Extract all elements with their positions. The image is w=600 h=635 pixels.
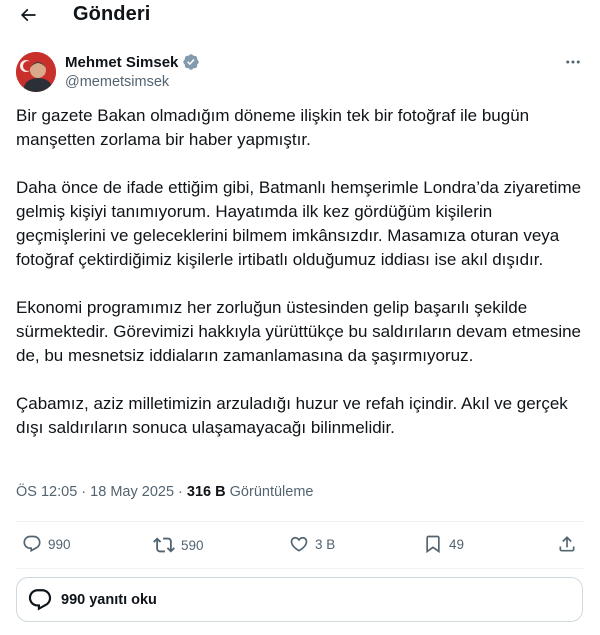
like-count: 3 B	[315, 536, 336, 552]
more-options-icon[interactable]	[561, 50, 585, 74]
share-button[interactable]	[557, 534, 577, 554]
tweet-paragraph: Daha önce de ifade ettiğim gibi, Batmanl…	[16, 178, 582, 269]
tweet-metadata: ÖS 12:05 · 18 May 2025 · 316 B Görüntüle…	[16, 484, 313, 500]
meta-separator: ·	[178, 484, 183, 500]
verified-badge-icon	[182, 53, 200, 71]
like-button[interactable]: 3 B	[289, 534, 335, 554]
bookmark-icon	[426, 535, 440, 554]
page-title: Gönderi	[73, 3, 151, 25]
read-replies-button[interactable]: 990 yanıtı oku	[16, 577, 583, 622]
tweet-text: Bir gazete Bakan olmadığım döneme ilişki…	[16, 104, 584, 464]
views-label: Görüntüleme	[229, 484, 314, 500]
reply-count: 990	[48, 536, 71, 552]
repost-button[interactable]: 590	[153, 534, 204, 556]
reply-button[interactable]: 990	[22, 534, 71, 554]
author-name-row: Mehmet Simsek	[65, 53, 200, 71]
tweet-paragraph: Bir gazete Bakan olmadığım döneme ilişki…	[16, 106, 530, 149]
back-arrow-icon[interactable]	[16, 4, 40, 26]
top-bar: Gönderi	[0, 0, 600, 32]
bookmark-count: 49	[449, 536, 465, 552]
repost-icon	[153, 537, 175, 553]
tweet-time[interactable]: ÖS 12:05	[16, 484, 77, 500]
action-bar: 990 590 3 B 49	[16, 522, 584, 568]
meta-separator: ·	[81, 484, 87, 500]
avatar[interactable]	[16, 52, 56, 92]
bookmark-button[interactable]: 49	[423, 534, 464, 554]
reply-icon	[23, 535, 41, 553]
author-handle[interactable]: @memetsimsek	[65, 74, 169, 90]
tweet-date[interactable]: 18 May 2025	[90, 484, 174, 500]
views-count[interactable]: 316 B	[187, 484, 226, 500]
repost-count: 590	[181, 537, 204, 553]
share-icon	[559, 536, 575, 552]
read-replies-label: 990 yanıtı oku	[61, 591, 157, 608]
author-name[interactable]: Mehmet Simsek	[65, 54, 178, 71]
heart-icon	[290, 536, 308, 552]
tweet-paragraph: Ekonomi programımız her zorluğun üstesin…	[16, 298, 582, 365]
reply-bubble-icon	[28, 588, 52, 611]
tweet-paragraph: Çabamız, aziz milletimizin arzuladığı hu…	[16, 394, 568, 437]
divider	[16, 568, 584, 569]
